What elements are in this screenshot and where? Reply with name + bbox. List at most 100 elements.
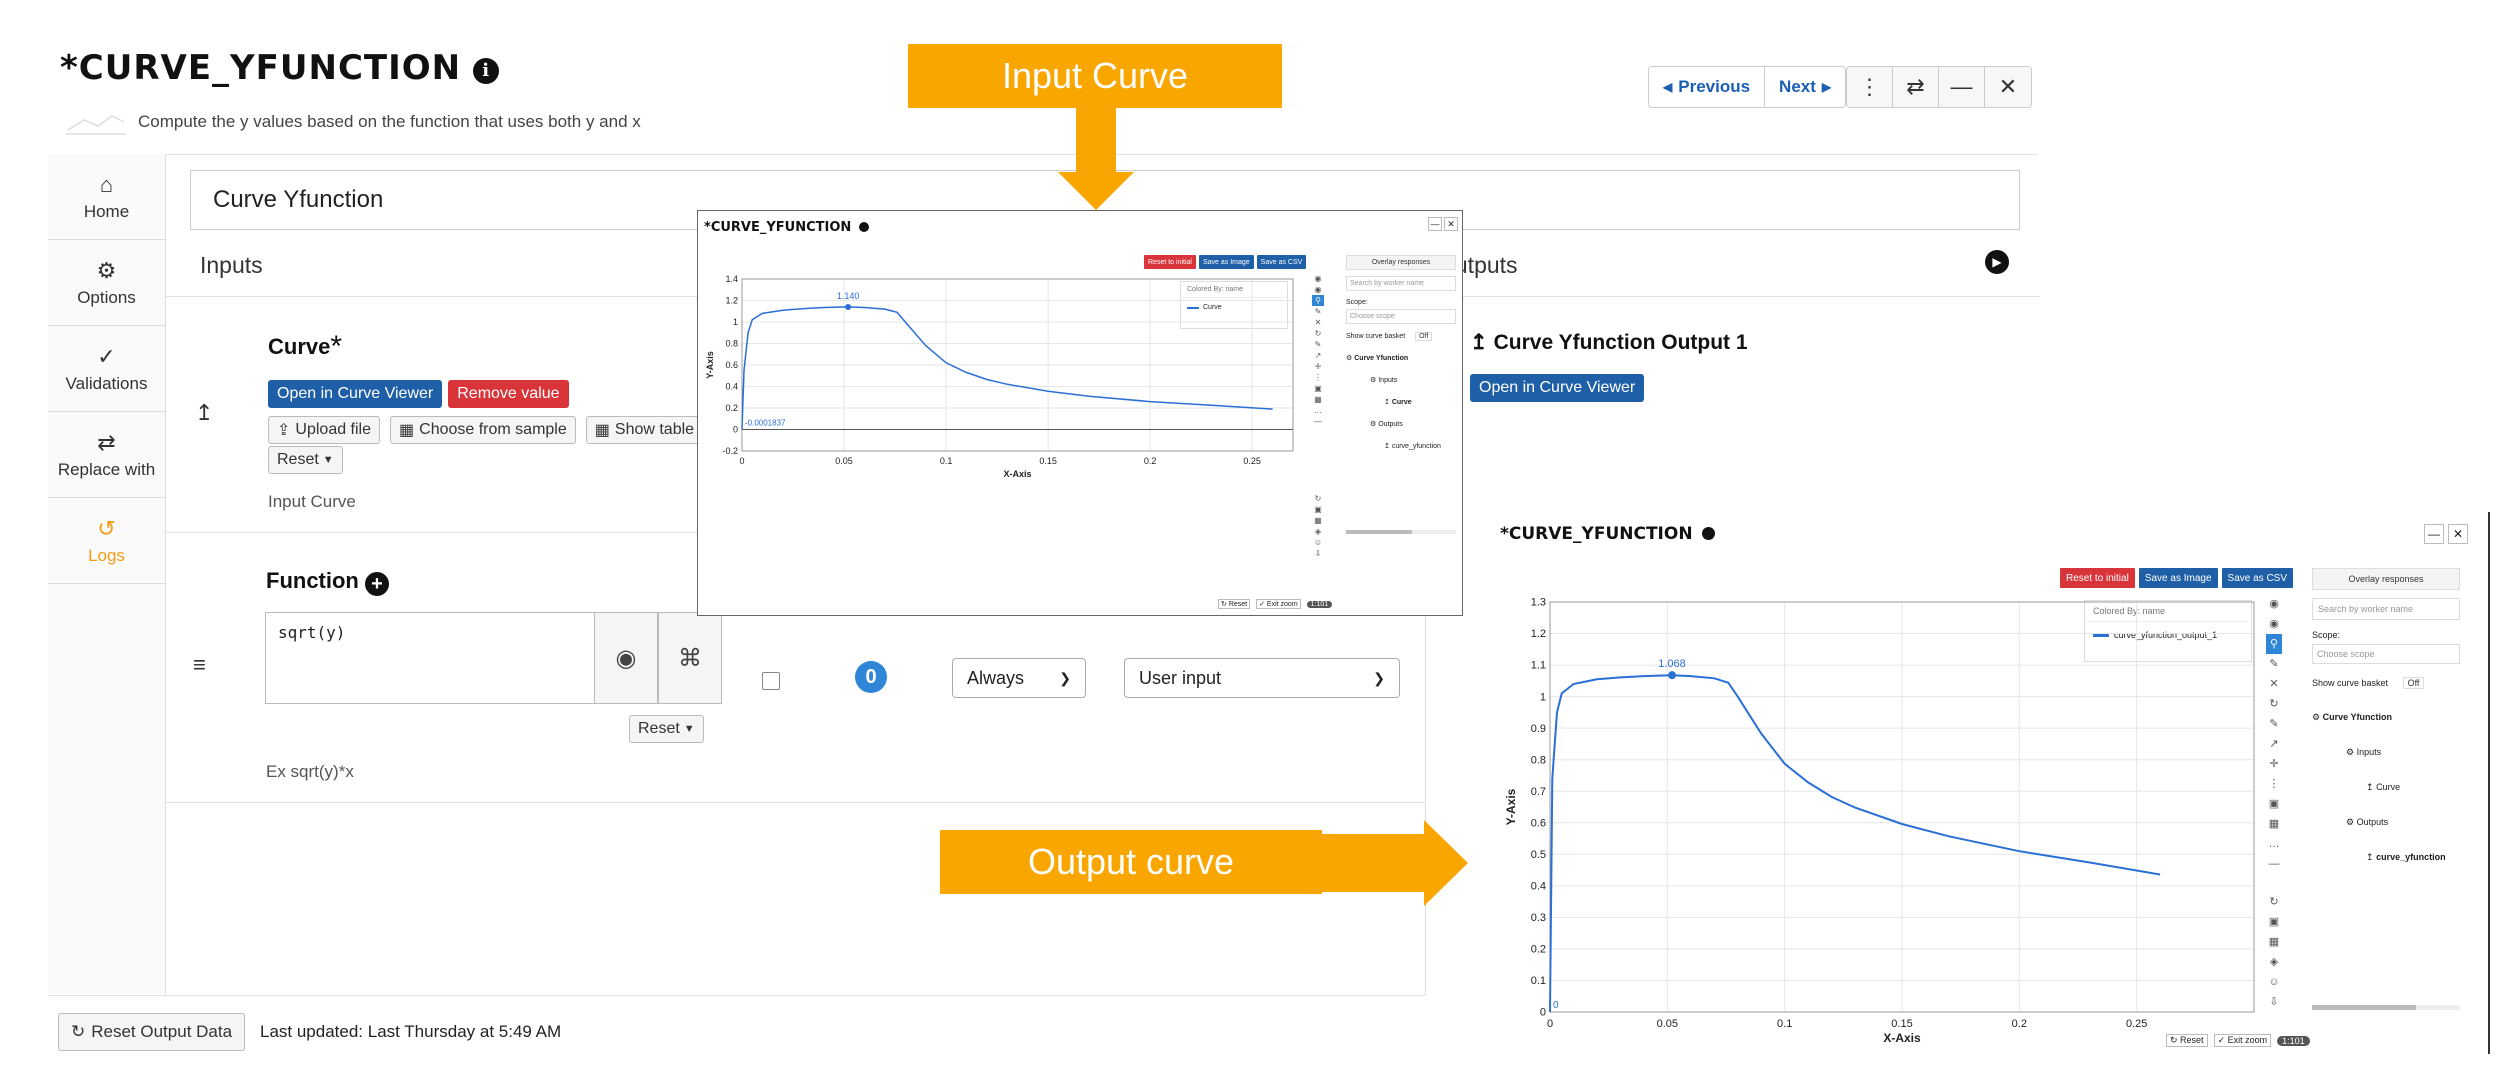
checks-icon: ✓ — [97, 343, 116, 369]
swap-icon: ⇄ — [97, 429, 116, 455]
sidebar-item-replace-with[interactable]: ⇄ Replace with — [48, 412, 165, 498]
x-axis-label: X-Axis — [1883, 1031, 1921, 1045]
function-field-title: Function + — [266, 568, 389, 596]
x-tick-label: 0.25 — [1243, 456, 1261, 466]
callout-arrow-down — [1058, 106, 1134, 210]
y-tick-label: 1.3 — [1531, 597, 1546, 609]
x-tick-label: 0 — [739, 456, 744, 466]
upload-icon: ⇪ — [277, 422, 291, 439]
history-icon: ↺ — [97, 515, 116, 541]
x-tick-label: 0.1 — [1777, 1018, 1792, 1030]
footer-divider — [48, 995, 1426, 996]
eye-icon: ◉ — [615, 644, 637, 672]
open-output-viewer-button[interactable]: Open in Curve Viewer — [1470, 374, 1645, 402]
input-curve-viewer-window: *CURVE_YFUNCTION — ✕ Reset to initial Sa… — [697, 210, 1463, 616]
data-label: 1.140 — [837, 291, 860, 301]
curve-action-row: Open in Curve Viewer Remove value — [268, 380, 569, 408]
curve-tools-row: ⇪ Upload file ▦ Choose from sample ▦ Show t… — [268, 416, 704, 444]
y-tick-label: 0.1 — [1531, 975, 1546, 987]
output-action-row: Open in Curve Viewer — [1470, 374, 1645, 402]
info-icon[interactable]: i — [473, 58, 500, 84]
curve-reset-row: Reset ▼ — [268, 446, 343, 474]
required-mark: * — [330, 330, 343, 363]
y-axis-label: Y-Axis — [705, 351, 715, 379]
y-tick-label: 0.4 — [1531, 881, 1546, 893]
field-divider — [166, 802, 1426, 803]
y-tick-label: 1.2 — [1531, 628, 1546, 640]
sidebar-item-options[interactable]: ⚙ Options — [48, 240, 165, 326]
window-controls: ⋮ ⇄ — ✕ — [1846, 66, 2032, 108]
x-tick-label: 0.25 — [2126, 1018, 2147, 1030]
minimize-icon[interactable]: — — [1939, 67, 1985, 107]
y-axis-label: Y-Axis — [1504, 788, 1518, 825]
y-tick-label: 1.4 — [725, 274, 738, 284]
next-button[interactable]: Next ▶ — [1765, 67, 1846, 107]
mode-select[interactable]: Always ❯ — [952, 658, 1086, 698]
preview-button[interactable]: ◉ — [594, 612, 658, 704]
run-icon[interactable]: ▶ — [1985, 250, 2009, 274]
last-updated-text: Last updated: Last Thursday at 5:49 AM — [260, 1022, 562, 1041]
sidebar-item-validations[interactable]: ✓ Validations — [48, 326, 165, 412]
page-title: *CURVE_YFUNCTION i — [60, 48, 500, 88]
add-circle-icon[interactable]: + — [365, 572, 389, 596]
x-tick-label: 0 — [1547, 1018, 1553, 1030]
y-tick-label: 0.6 — [725, 360, 738, 370]
caret-left-icon: ◀ — [1663, 80, 1673, 94]
input-curve-chart[interactable]: 0 0.05 0.1 0.15 0.2 0.25-0.200.20.40.60.811.2… — [698, 211, 1464, 617]
table-icon: ▦ — [594, 422, 610, 439]
sidebar: ⌂ Home ⚙ Options ✓ Validations ⇄ Replace… — [48, 154, 166, 994]
swap-icon[interactable]: ⇄ — [1893, 67, 1939, 107]
caret-right-icon: ▶ — [1821, 80, 1832, 94]
function-checkbox[interactable] — [762, 672, 780, 690]
y-tick-label: 0.2 — [725, 403, 738, 413]
source-select[interactable]: User input ❯ — [1124, 658, 1400, 698]
open-curve-viewer-button[interactable]: Open in Curve Viewer — [268, 380, 443, 408]
x-tick-label: 0.1 — [940, 456, 953, 466]
y-tick-label: 0.3 — [1531, 912, 1546, 924]
chart-thumbnail-icon — [66, 115, 126, 135]
caret-down-icon: ▼ — [683, 723, 695, 735]
line-chart-icon: ↥ — [1470, 331, 1488, 354]
sidebar-item-home[interactable]: ⌂ Home — [48, 154, 165, 240]
reset-output-data-button[interactable]: ↻ Reset Output Data — [58, 1013, 246, 1051]
close-icon[interactable]: ✕ — [1985, 67, 2031, 107]
refresh-icon: ↻ — [71, 1022, 86, 1041]
upload-file-button[interactable]: ⇪ Upload file — [268, 416, 381, 444]
function-example: Ex sqrt(y)*x — [266, 762, 354, 781]
home-icon: ⌂ — [99, 171, 114, 197]
show-table-button[interactable]: ▦ Show table — [585, 416, 704, 444]
y-tick-label: 0.4 — [725, 382, 738, 392]
remove-value-button[interactable]: Remove value — [448, 380, 569, 408]
page-title-text: CURVE_YFUNCTION — [78, 48, 462, 88]
attach-button[interactable]: ⌘ — [658, 612, 722, 704]
function-input[interactable]: sqrt(y) — [265, 612, 595, 704]
inputs-heading: Inputs — [200, 252, 263, 278]
kebab-menu-icon[interactable]: ⋮ — [1847, 67, 1893, 107]
series-line — [741, 306, 1273, 430]
input-curve-callout: Input Curve — [908, 44, 1282, 108]
y-tick-label: 1.1 — [1531, 660, 1546, 672]
x-tick-label: 0.05 — [1657, 1018, 1678, 1030]
y-tick-label: 0.2 — [1531, 944, 1546, 956]
curve-chart-icon: ↥ — [195, 400, 214, 425]
y-tick-label: 0.8 — [725, 339, 738, 349]
output-field-title: ↥ Curve Yfunction Output 1 — [1470, 331, 1748, 354]
data-label: 0 — [1553, 1000, 1559, 1011]
pager: ◀ Previous Next ▶ — [1648, 66, 1847, 108]
callout-arrow-right — [1320, 820, 1468, 906]
x-tick-label: 0.2 — [2012, 1018, 2027, 1030]
choose-from-sample-button[interactable]: ▦ Choose from sample — [390, 416, 576, 444]
header-divider — [48, 154, 2038, 155]
caret-down-icon: ▼ — [322, 454, 334, 466]
curve-reset-button[interactable]: Reset ▼ — [268, 446, 343, 474]
output-curve-viewer-window: *CURVE_YFUNCTION — ✕ Reset to initial Sa… — [1494, 512, 2490, 1054]
y-tick-label: -0.2 — [722, 446, 738, 456]
previous-button[interactable]: ◀ Previous — [1649, 67, 1766, 107]
function-reset-button[interactable]: Reset ▼ — [629, 715, 704, 743]
y-tick-label: 0.7 — [1531, 786, 1546, 798]
curve-field-title: Curve* — [268, 330, 343, 363]
output-curve-chart[interactable]: 0 0.05 0.1 0.15 0.2 0.25 0 0.1 0.2 0.3 0.4 0.5 0.6 0.… — [1494, 512, 2490, 1054]
sidebar-item-logs[interactable]: ↺ Logs — [48, 498, 165, 584]
data-label: 1.068 — [1658, 658, 1686, 670]
peak-marker — [845, 303, 852, 310]
